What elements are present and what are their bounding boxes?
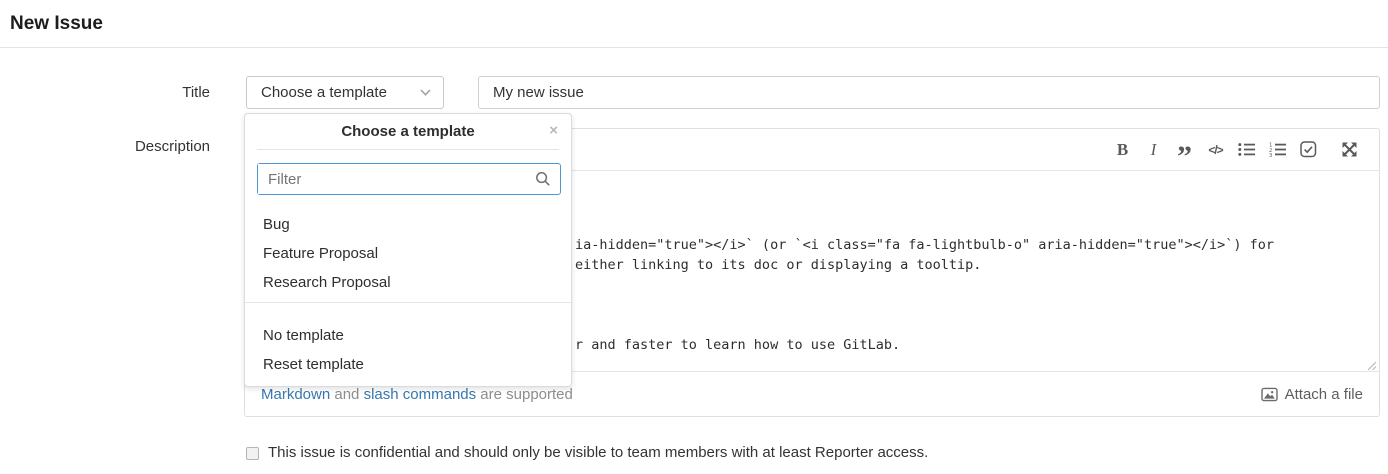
task-list-icon[interactable]: [1293, 138, 1324, 162]
markdown-help-note: Markdown and slash commands are supporte…: [261, 386, 573, 403]
chevron-down-icon: [420, 89, 431, 96]
quote-icon[interactable]: ”: [1169, 138, 1200, 162]
confidential-row: This issue is confidential and should on…: [246, 444, 928, 461]
close-icon[interactable]: ×: [549, 123, 558, 138]
confidential-label: This issue is confidential and should on…: [268, 444, 928, 461]
header-divider: [0, 47, 1388, 48]
svg-text:3: 3: [1269, 153, 1272, 157]
dropdown-list-divider: [245, 302, 571, 303]
choose-template-button-label: Choose a template: [261, 84, 387, 101]
template-item-feature-proposal[interactable]: Feature Proposal: [245, 239, 571, 268]
bullet-list-icon[interactable]: [1231, 138, 1262, 162]
search-icon: [535, 171, 551, 187]
new-issue-page: New Issue Title Choose a template Descri…: [0, 0, 1388, 474]
attach-file-icon: [1261, 386, 1278, 403]
template-item-bug[interactable]: Bug: [245, 210, 571, 239]
markdown-link[interactable]: Markdown: [261, 386, 330, 403]
filter-input[interactable]: [258, 164, 513, 194]
and-text: and: [334, 386, 359, 403]
resize-handle[interactable]: [1366, 360, 1377, 371]
code-icon[interactable]: </>: [1200, 138, 1231, 162]
title-label: Title: [0, 84, 210, 101]
template-actions-list: No template Reset template: [245, 321, 571, 379]
description-text: ia-hidden="true"></i>` (or `<i class="fa…: [575, 175, 1274, 355]
numbered-list-icon[interactable]: 1 2 3: [1262, 138, 1293, 162]
filter-field: [257, 163, 561, 195]
dropdown-title: Choose a template: [245, 114, 571, 140]
template-item-research-proposal[interactable]: Research Proposal: [245, 268, 571, 297]
attach-file-button[interactable]: Attach a file: [1261, 386, 1363, 403]
confidential-checkbox[interactable]: [246, 447, 259, 460]
dropdown-header-divider: [257, 149, 559, 150]
no-template-item[interactable]: No template: [245, 321, 571, 350]
template-dropdown-popup: Choose a template × Bug Feature Proposal…: [244, 113, 572, 387]
bold-icon[interactable]: B: [1107, 138, 1138, 162]
description-label: Description: [0, 138, 210, 155]
supported-text: are supported: [480, 386, 573, 403]
slash-commands-link[interactable]: slash commands: [364, 386, 477, 403]
attach-file-label: Attach a file: [1285, 386, 1363, 403]
template-list: Bug Feature Proposal Research Proposal: [245, 210, 571, 297]
dropdown-header: Choose a template ×: [245, 114, 571, 149]
issue-title-input[interactable]: [478, 76, 1380, 109]
page-title: New Issue: [10, 13, 103, 35]
italic-icon[interactable]: I: [1138, 138, 1169, 162]
fullscreen-icon[interactable]: [1334, 138, 1365, 162]
choose-template-button[interactable]: Choose a template: [246, 76, 444, 109]
reset-template-item[interactable]: Reset template: [245, 350, 571, 379]
